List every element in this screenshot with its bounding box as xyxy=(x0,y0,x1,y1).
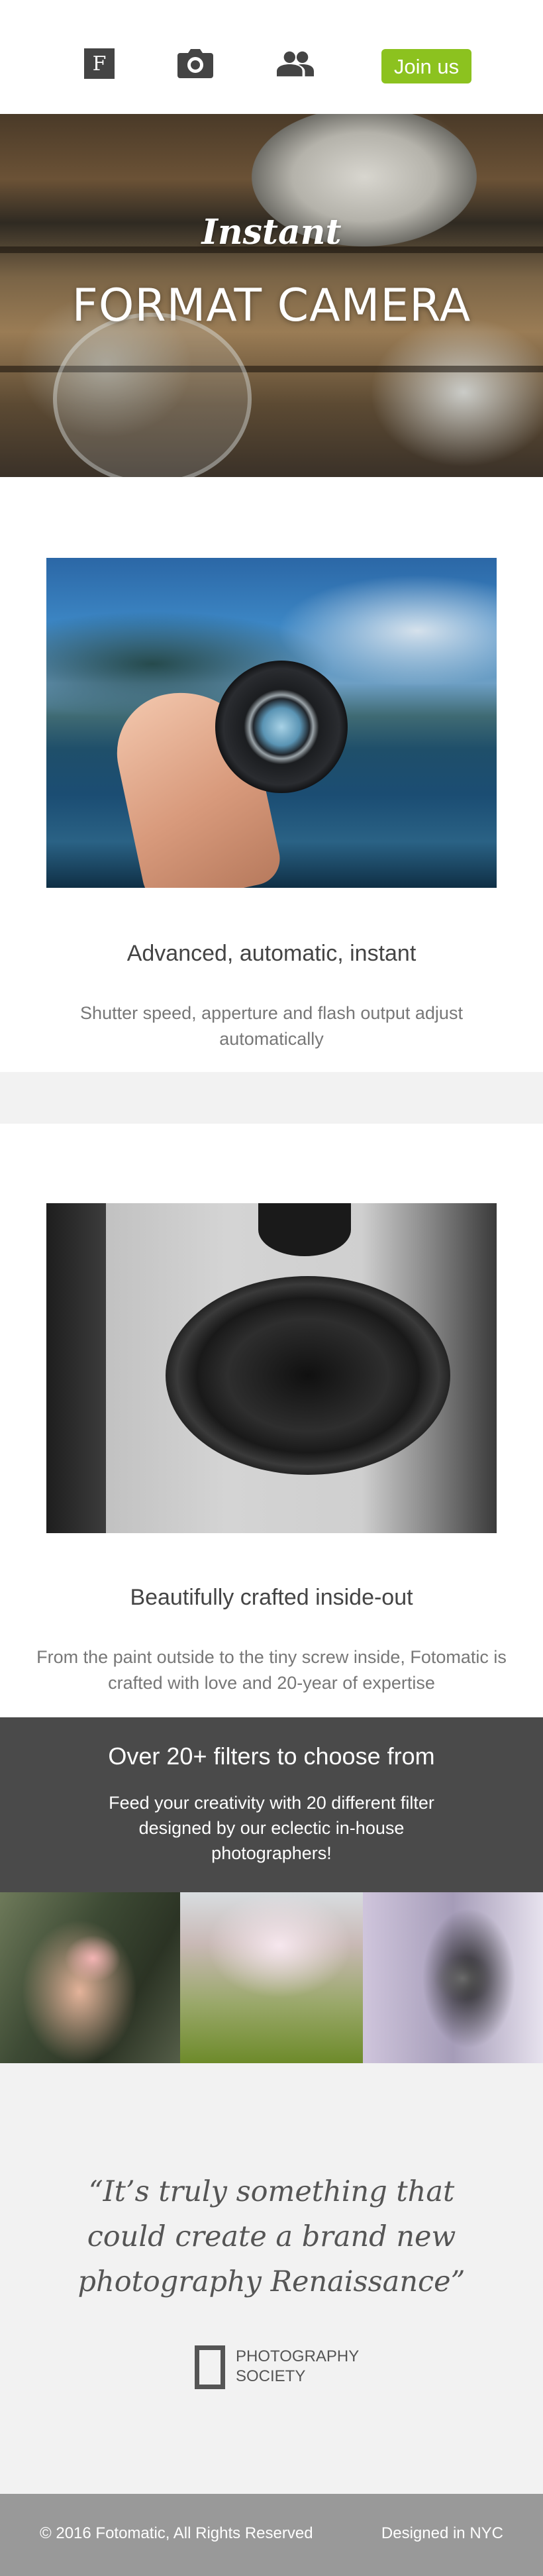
footer-designed-in: Designed in NYC xyxy=(381,2524,503,2542)
header: F Join us xyxy=(0,0,543,114)
filters-section: Over 20+ filters to choose from Feed you… xyxy=(0,1717,543,1892)
lens-image xyxy=(215,661,348,793)
section-divider xyxy=(0,1072,543,1124)
filter-photo-camera-person xyxy=(363,1892,543,2063)
join-button[interactable]: Join us xyxy=(381,49,471,83)
camera-body-strip xyxy=(46,1203,106,1533)
hero-glass-image xyxy=(53,313,252,477)
camera-icon[interactable] xyxy=(177,45,214,82)
hero-script-title: Instant xyxy=(201,212,342,252)
testimonial-quote: “It’s truly something that could create … xyxy=(77,2175,466,2298)
people-icon[interactable] xyxy=(277,45,314,82)
feature-photo-camera xyxy=(46,1203,497,1533)
filter-photo-flower xyxy=(0,1892,180,2063)
feature-description: Shutter speed, apperture and flash outpu… xyxy=(80,1003,463,1049)
feature-photo-lens xyxy=(46,558,497,888)
footer: © 2016 Fotomatic, All Rights Reserved De… xyxy=(0,2494,543,2576)
camera-lens-image xyxy=(166,1276,450,1475)
society-logo-icon xyxy=(195,2345,225,2389)
society-name-line2: SOCIETY xyxy=(236,2367,306,2385)
filters-heading: Over 20+ filters to choose from xyxy=(108,1743,435,1770)
feature-heading: Advanced, automatic, instant xyxy=(126,941,417,966)
feature-heading: Beautifully crafted inside-out xyxy=(130,1585,413,1610)
filters-description: Feed your creativity with 20 different f… xyxy=(109,1793,434,1863)
filter-photo-blossom xyxy=(180,1892,363,2063)
feature-description: From the paint outside to the tiny screw… xyxy=(36,1647,507,1693)
society-name: PHOTOGRAPHY SOCIETY xyxy=(236,2347,359,2387)
hero-title: FORMAT CAMERA xyxy=(72,280,471,332)
logo-icon[interactable]: F xyxy=(81,45,118,82)
testimonial-section: “It’s truly something that could create … xyxy=(0,2063,543,2494)
camera-dial xyxy=(258,1203,351,1256)
logo-letter: F xyxy=(93,52,107,76)
hero-banner: Instant FORMAT CAMERA xyxy=(0,114,543,477)
society-name-line1: PHOTOGRAPHY xyxy=(236,2347,360,2365)
footer-copyright: © 2016 Fotomatic, All Rights Reserved xyxy=(40,2524,313,2542)
